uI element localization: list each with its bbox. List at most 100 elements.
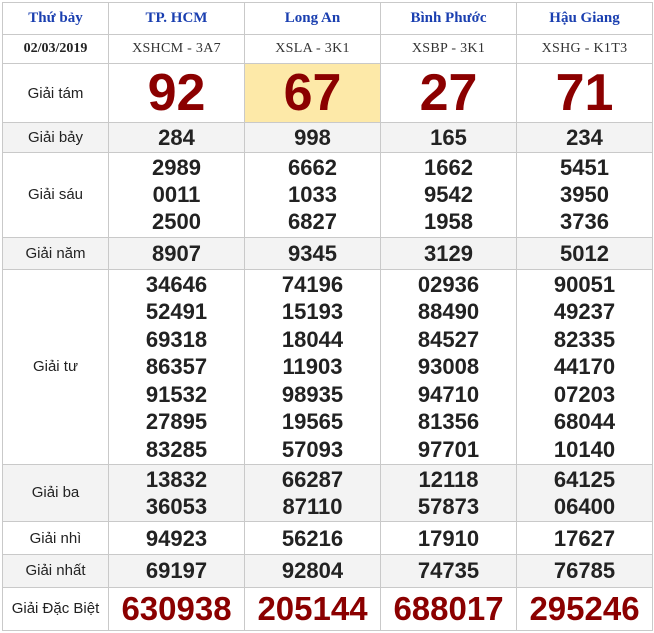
prize-number: 1662 [424, 155, 473, 181]
prize-number: 52491 [145, 299, 208, 325]
prize-number: 69197 [145, 558, 208, 584]
prize-number: 5451 [560, 155, 609, 181]
prize-number: 10140 [553, 436, 616, 462]
province-hau-giang[interactable]: Hậu Giang [516, 1, 653, 36]
prize-number: 1033 [288, 182, 337, 208]
prize-number: 67 [283, 64, 342, 123]
prize-number: 84527 [417, 326, 480, 352]
prize-number: 3950 [560, 182, 609, 208]
prize-cell: 76785 [516, 554, 653, 588]
header-row: Thứ bảy TP. HCM Long An Bình Phước Hậu G… [2, 1, 653, 36]
prize-number: 34646 [145, 271, 208, 297]
prize-cell: 295246 [516, 586, 653, 632]
lottery-results-table: Thứ bảy TP. HCM Long An Bình Phước Hậu G… [2, 1, 653, 632]
prize-number: 94923 [145, 525, 208, 551]
prize-number: 83285 [145, 436, 208, 462]
prize-cell: 5451 3950 3736 [516, 152, 653, 238]
code-row: 02/03/2019 XSHCM - 3A7 XSLA - 3K1 XSBP -… [2, 34, 653, 65]
prize-label: Giải nhất [2, 554, 109, 588]
prize-number: 18044 [281, 326, 344, 352]
prize-cell: 998 [244, 121, 381, 154]
prize-cell: 27 [380, 63, 517, 123]
prize-number: 17910 [417, 525, 480, 551]
prize-number: 91532 [145, 381, 208, 407]
prize-row-g7: Giải bảy 284 998 165 234 [2, 121, 653, 154]
prize-row-g3: Giải ba 13832 36053 66287 87110 12118 57873… [2, 463, 653, 523]
prize-cell: 13832 36053 [108, 463, 245, 523]
prize-number: 8907 [152, 240, 201, 266]
prize-number: 92 [147, 64, 206, 123]
prize-number: 165 [430, 124, 467, 150]
prize-number: 11903 [282, 354, 343, 380]
prize-cell: 688017 [380, 586, 517, 632]
prize-label: Giải tám [2, 63, 109, 123]
prize-row-g1: Giải nhất 69197 92804 74735 76785 [2, 554, 653, 588]
prize-number: 87110 [282, 493, 343, 519]
prize-number: 82335 [553, 326, 616, 352]
prize-number: 234 [566, 124, 603, 150]
prize-cell: 90051 49237 82335 44170 07203 68044 10140 [516, 268, 653, 465]
prize-cell: 71 [516, 63, 653, 123]
prize-number: 0011 [152, 182, 201, 208]
prize-number: 9345 [288, 240, 337, 266]
prize-number: 92804 [281, 558, 344, 584]
prize-number: 205144 [257, 589, 368, 627]
prize-cell: 17910 [380, 521, 517, 556]
prize-label: Giải tư [2, 268, 109, 465]
prize-number: 66287 [281, 466, 344, 492]
prize-cell: 66287 87110 [244, 463, 381, 523]
prize-row-g4: Giải tư 34646 52491 69318 86357 91532 27895 83… [2, 268, 653, 465]
prize-number: 07203 [553, 381, 616, 407]
prize-number: 56216 [281, 525, 344, 551]
prize-cell: 02936 88490 84527 93008 94710 81356 97701 [380, 268, 517, 465]
day-of-week: Thứ bảy [2, 1, 109, 36]
prize-row-special: Giải Đặc Biệt 630938 205144 688017 29524… [2, 586, 653, 632]
prize-cell-highlighted: 67 [244, 63, 381, 123]
prize-cell: 284 [108, 121, 245, 154]
prize-number: 3129 [424, 240, 473, 266]
prize-number: 2500 [152, 209, 201, 235]
prize-cell: 630938 [108, 586, 245, 632]
prize-number: 93008 [417, 354, 480, 380]
prize-number: 27 [419, 64, 478, 123]
province-long-an[interactable]: Long An [244, 1, 381, 36]
prize-number: 27895 [145, 409, 208, 435]
prize-number: 1958 [424, 209, 473, 235]
prize-cell: 1662 9542 1958 [380, 152, 517, 238]
prize-cell: 69197 [108, 554, 245, 588]
prize-label: Giải ba [2, 463, 109, 523]
prize-number: 74196 [281, 271, 344, 297]
prize-cell: 34646 52491 69318 86357 91532 27895 83285 [108, 268, 245, 465]
prize-number: 76785 [553, 558, 616, 584]
prize-number: 49237 [553, 299, 616, 325]
prize-number: 630938 [121, 589, 232, 627]
prize-cell: 92804 [244, 554, 381, 588]
prize-row-g6: Giải sáu 2989 0011 2500 6662 1033 6827 1662 9… [2, 152, 653, 238]
prize-cell: 2989 0011 2500 [108, 152, 245, 238]
prize-number: 74735 [417, 558, 480, 584]
prize-label: Giải năm [2, 236, 109, 270]
prize-cell: 94923 [108, 521, 245, 556]
prize-number: 86357 [145, 354, 208, 380]
prize-number: 68044 [553, 409, 616, 435]
prize-number: 2989 [152, 155, 201, 181]
draw-code: XSBP - 3K1 [380, 34, 517, 65]
prize-label: Giải nhì [2, 521, 109, 556]
prize-number: 998 [294, 124, 331, 150]
prize-cell: 74735 [380, 554, 517, 588]
prize-row-g2: Giải nhì 94923 56216 17910 17627 [2, 521, 653, 556]
draw-code: XSLA - 3K1 [244, 34, 381, 65]
prize-number: 64125 [553, 466, 616, 492]
prize-number: 57873 [417, 493, 480, 519]
province-binh-phuoc[interactable]: Bình Phước [380, 1, 517, 36]
prize-number: 94710 [417, 381, 480, 407]
prize-number: 44170 [553, 354, 616, 380]
prize-number: 688017 [393, 589, 504, 627]
prize-number: 15193 [281, 299, 344, 325]
prize-number: 284 [158, 124, 195, 150]
prize-number: 71 [555, 64, 614, 123]
prize-number: 9542 [424, 182, 473, 208]
prize-number: 13832 [145, 466, 208, 492]
prize-cell: 5012 [516, 236, 653, 270]
province-tp-hcm[interactable]: TP. HCM [108, 1, 245, 36]
